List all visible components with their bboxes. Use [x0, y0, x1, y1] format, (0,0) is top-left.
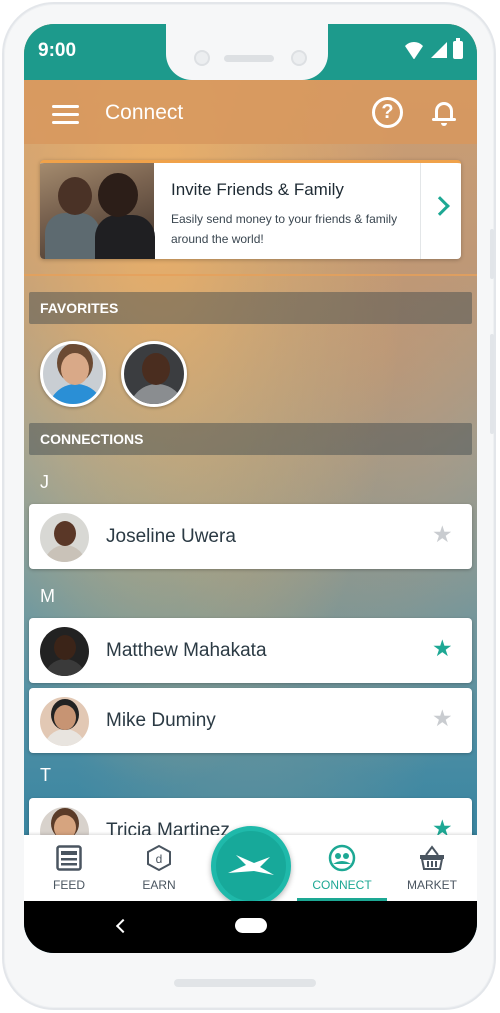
connect-icon [328, 844, 356, 872]
contact-row[interactable]: Matthew Mahakata ★ [29, 618, 472, 683]
app-bar: Connect ? [24, 80, 477, 144]
basket-icon [420, 845, 444, 870]
sensor-icon [291, 50, 307, 66]
power-button [490, 334, 494, 434]
letter-divider: T [40, 765, 51, 785]
send-money-button[interactable] [211, 826, 291, 906]
letter-divider: J [40, 472, 49, 492]
nav-market[interactable]: MARKET [387, 835, 477, 901]
letter-divider: M [40, 586, 55, 606]
nav-connect[interactable]: CONNECT [297, 835, 387, 901]
invite-subtitle: Easily send money to your friends & fami… [171, 212, 398, 246]
contact-name: Joseline Uwera [106, 526, 236, 547]
screen: 9:00 Connect ? Invite Friends & Family E… [24, 24, 477, 953]
star-icon[interactable]: ★ [432, 521, 453, 548]
system-nav-bar [24, 901, 477, 953]
avatar [40, 627, 89, 676]
earn-icon: d [147, 844, 171, 872]
avatar [40, 513, 89, 562]
couple-photo [40, 163, 155, 259]
nav-feed-label: FEED [52, 878, 85, 892]
favorites-header: FAVORITES [29, 292, 472, 324]
avatar [40, 697, 89, 746]
invite-title: Invite Friends & Family [171, 180, 344, 199]
favorite-avatar-woman[interactable] [40, 341, 106, 407]
wifi-icon [403, 42, 425, 59]
section-divider [24, 274, 477, 276]
menu-icon[interactable] [52, 105, 79, 125]
nav-earn-label: EARN [142, 878, 176, 892]
status-time: 9:00 [38, 40, 77, 61]
page-title: Connect [105, 101, 184, 124]
svg-text:d: d [156, 852, 163, 866]
invite-friends-card[interactable]: Invite Friends & Family Easily send mone… [40, 160, 461, 259]
nav-connect-label: CONNECT [312, 878, 372, 892]
bird-logo-icon [228, 855, 274, 875]
favorite-avatar-man[interactable] [121, 341, 187, 407]
volume-button [490, 229, 494, 279]
invite-divider [420, 163, 421, 259]
chevron-right-icon[interactable] [430, 196, 450, 216]
contact-name: Mike Duminy [106, 710, 216, 731]
help-icon[interactable]: ? [372, 97, 403, 128]
contact-row[interactable]: Mike Duminy ★ [29, 688, 472, 753]
phone-speaker-bottom [174, 979, 316, 987]
home-button[interactable] [235, 918, 267, 933]
nav-feed[interactable]: FEED [24, 835, 114, 901]
nav-earn[interactable]: d EARN [114, 835, 204, 901]
star-icon[interactable]: ★ [432, 705, 453, 732]
bell-icon[interactable] [432, 99, 456, 127]
camera-icon [194, 50, 210, 66]
contact-row[interactable]: Joseline Uwera ★ [29, 504, 472, 569]
feed-icon [56, 845, 82, 871]
contact-name: Matthew Mahakata [106, 640, 267, 661]
speaker-grille [224, 55, 274, 62]
status-icons [403, 38, 463, 59]
signal-icon [431, 42, 447, 58]
nav-market-label: MARKET [406, 878, 457, 892]
phone-frame: 9:00 Connect ? Invite Friends & Family E… [2, 2, 496, 1010]
battery-icon [453, 38, 463, 59]
back-icon[interactable] [115, 918, 131, 934]
star-icon[interactable]: ★ [432, 635, 453, 662]
connections-header: CONNECTIONS [29, 423, 472, 455]
